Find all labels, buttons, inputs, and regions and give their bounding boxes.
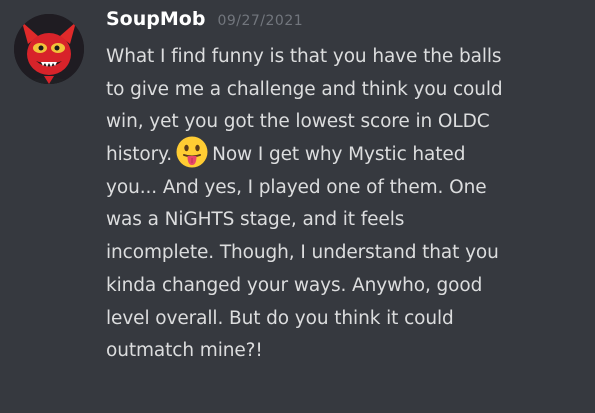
- message-timestamp[interactable]: 09/27/2021: [217, 13, 303, 29]
- user-avatar[interactable]: [14, 14, 84, 84]
- message-line: to give me a challenge and think you cou…: [106, 78, 503, 100]
- message-line: you... And yes, I played one of them. On…: [106, 176, 487, 198]
- message-line: incomplete. Though, I understand that yo…: [106, 242, 499, 264]
- red-demon-avatar-icon: [14, 14, 84, 84]
- author-username[interactable]: SoupMob: [106, 8, 205, 30]
- chat-message: SoupMob 09/27/2021 What I find funny is …: [0, 0, 595, 413]
- message-content: What I find funny is that you have the b…: [106, 41, 586, 368]
- message-line-with-emoji: history. Now I get why Mystic hated: [106, 136, 586, 172]
- message-line: was a NiGHTS stage, and it feels: [106, 209, 405, 231]
- message-line: level overall. But do you think it could: [106, 307, 454, 329]
- message-text-segment: history.: [106, 144, 173, 166]
- message-line: kinda changed your ways. Anywho, good: [106, 274, 483, 296]
- message-line: What I find funny is that you have the b…: [106, 46, 502, 67]
- message-line: outmatch mine?!: [106, 340, 263, 362]
- face-with-tongue-emoji-icon[interactable]: [175, 135, 209, 169]
- message-header: SoupMob 09/27/2021: [106, 8, 303, 38]
- message-text-segment: Now I get why Mystic hated: [212, 144, 466, 166]
